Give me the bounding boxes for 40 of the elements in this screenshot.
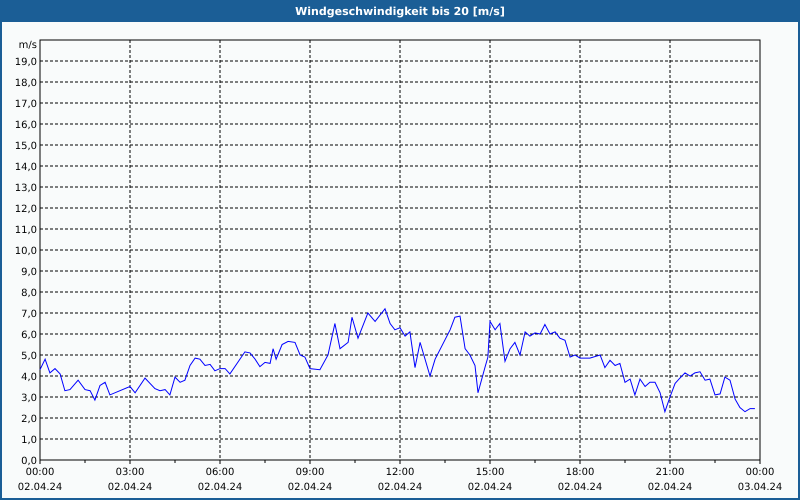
tick-label: 00:00 xyxy=(746,467,774,478)
tick-label: 9,0 xyxy=(21,267,37,278)
tick-label: 2,0 xyxy=(21,414,37,425)
tick-label: 19,0 xyxy=(14,57,37,68)
tick-label: 17,0 xyxy=(14,99,37,110)
tick-label: 1,0 xyxy=(21,435,37,446)
tick-label: 11,0 xyxy=(14,225,37,236)
tick-label: 18:00 xyxy=(566,467,594,478)
date-label: 02.04.24 xyxy=(198,482,242,493)
chart-title: Windgeschwindigkeit bis 20 [m/s] xyxy=(0,0,800,22)
date-label: 02.04.24 xyxy=(648,482,692,493)
tick-label: 7,0 xyxy=(21,309,37,320)
tick-label: 21:00 xyxy=(656,467,684,478)
tick-label: 3,0 xyxy=(21,393,37,404)
tick-label: 15,0 xyxy=(14,141,37,152)
date-label: 02.04.24 xyxy=(108,482,152,493)
tick-label: 13,0 xyxy=(14,183,37,194)
tick-label: 5,0 xyxy=(21,351,37,362)
axis-label: m/s xyxy=(18,40,37,51)
tick-label: 06:00 xyxy=(206,467,234,478)
date-label: 02.04.24 xyxy=(18,482,62,493)
tick-label: 09:00 xyxy=(296,467,324,478)
date-label: 03.04.24 xyxy=(738,482,782,493)
tick-label: 8,0 xyxy=(21,288,37,299)
tick-label: 4,0 xyxy=(21,372,37,383)
date-label: 02.04.24 xyxy=(558,482,602,493)
tick-label: 6,0 xyxy=(21,330,37,341)
tick-label: 16,0 xyxy=(14,120,37,131)
tick-label: 15:00 xyxy=(476,467,504,478)
tick-label: 0,0 xyxy=(21,456,37,467)
date-label: 02.04.24 xyxy=(468,482,512,493)
tick-label: 00:00 xyxy=(26,467,54,478)
tick-label: 14,0 xyxy=(14,162,37,173)
tick-label: 12,0 xyxy=(14,204,37,215)
date-label: 02.04.24 xyxy=(378,482,422,493)
tick-label: 18,0 xyxy=(14,78,37,89)
tick-label: 12:00 xyxy=(386,467,414,478)
tick-label: 10,0 xyxy=(14,246,37,257)
tick-label: 03:00 xyxy=(116,467,144,478)
date-label: 02.04.24 xyxy=(288,482,332,493)
